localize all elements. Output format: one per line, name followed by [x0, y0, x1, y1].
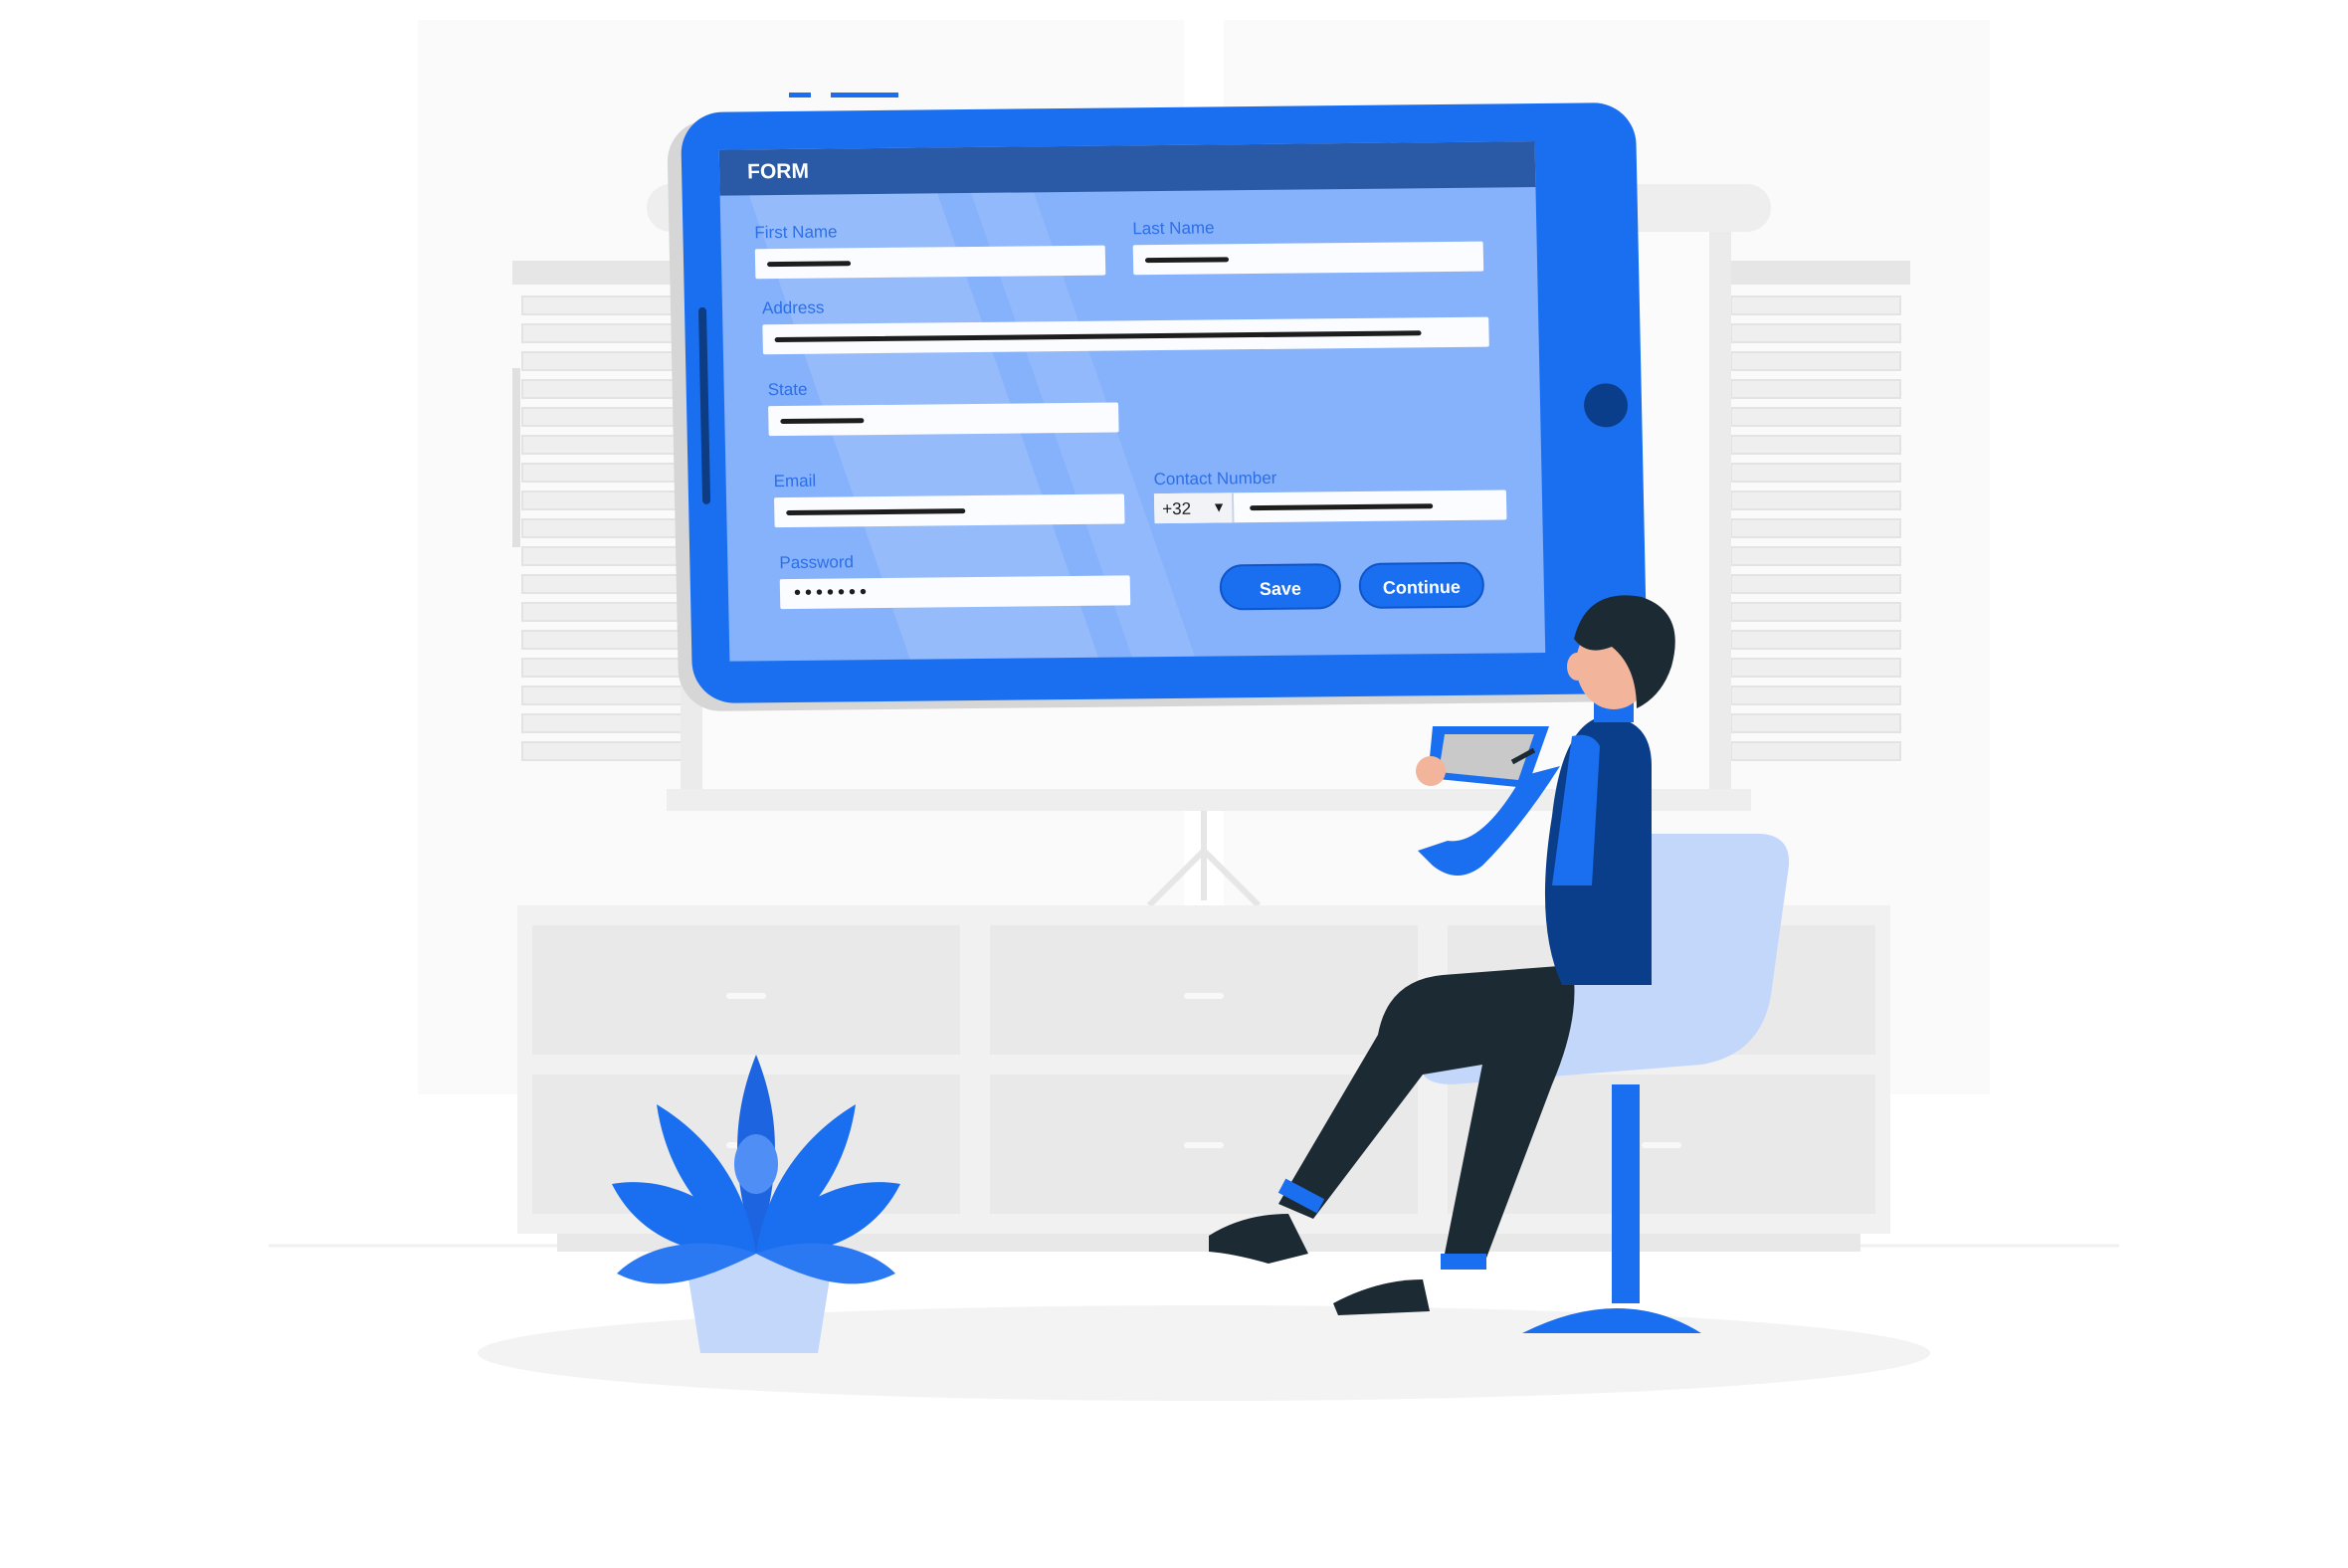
address-label: Address — [761, 297, 825, 318]
form-title: FORM — [718, 141, 1536, 196]
country-code-select[interactable]: +32 ▼ — [1153, 492, 1235, 524]
illustration-scene: FORM First Name Last Name Address State — [0, 0, 2348, 1568]
input-text-placeholder — [774, 330, 1422, 343]
contact-number-input[interactable]: +32 ▼ — [1153, 490, 1507, 524]
potted-plant-illustration — [612, 1055, 900, 1353]
email-input[interactable] — [773, 493, 1125, 528]
last-name-input[interactable] — [1132, 241, 1484, 276]
password-label: Password — [779, 552, 855, 573]
tablet-home-button — [1583, 383, 1629, 428]
first-name-label: First Name — [754, 222, 838, 243]
first-name-input[interactable] — [754, 245, 1106, 280]
legs — [1209, 965, 1575, 1315]
input-text-placeholder — [786, 508, 966, 516]
head — [1567, 595, 1675, 709]
input-text-placeholder — [1144, 257, 1230, 264]
state-input[interactable] — [768, 402, 1119, 437]
chevron-down-icon: ▼ — [1212, 498, 1227, 515]
password-input[interactable]: ••••••• — [779, 575, 1131, 610]
tablet-side-button — [697, 306, 711, 504]
input-text-placeholder — [1250, 503, 1434, 511]
password-mask: ••••••• — [793, 581, 872, 604]
input-text-placeholder — [780, 418, 865, 425]
state-label: State — [767, 379, 808, 400]
country-code-value: +32 — [1162, 498, 1192, 519]
address-input[interactable] — [762, 316, 1489, 355]
last-name-label: Last Name — [1132, 218, 1215, 239]
person-sitting-illustration — [1209, 595, 1790, 1333]
torso — [1544, 694, 1652, 985]
arm-and-tablet — [1416, 726, 1560, 876]
contact-number-label: Contact Number — [1153, 468, 1277, 490]
input-text-placeholder — [767, 261, 852, 268]
email-label: Email — [773, 471, 817, 491]
